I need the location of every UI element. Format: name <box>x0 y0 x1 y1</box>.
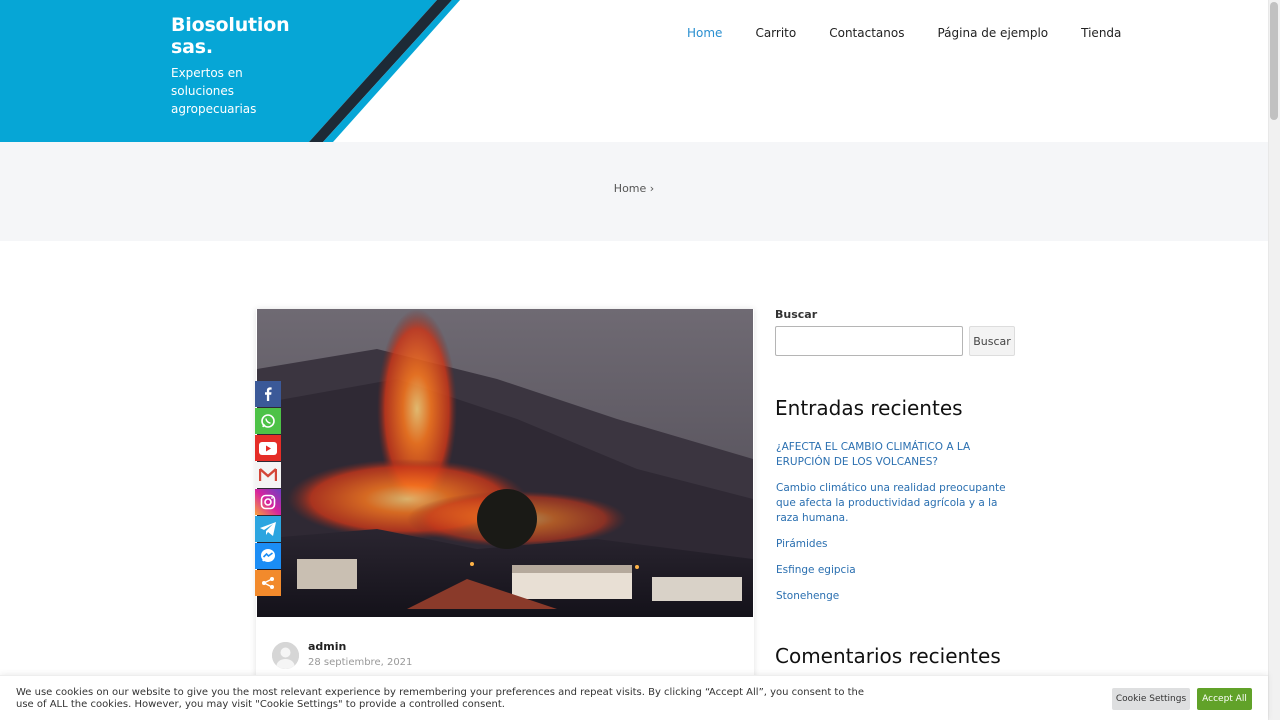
site-header: Biosolution sas. Expertos en soluciones … <box>0 0 1268 142</box>
cookie-banner: We use cookies on our website to give yo… <box>0 675 1268 720</box>
search-form: Buscar <box>775 326 1017 356</box>
messenger-icon[interactable] <box>255 543 281 569</box>
breadcrumb-band: Home › <box>0 142 1268 241</box>
share-more-icon[interactable] <box>255 570 281 596</box>
volcano-eruption-photo <box>257 309 753 617</box>
nav-home[interactable]: Home <box>687 26 722 40</box>
gmail-icon[interactable] <box>255 462 281 488</box>
post-date: 28 septiembre, 2021 <box>308 657 413 668</box>
breadcrumb-separator: › <box>649 182 655 195</box>
main-nav: Home Carrito Contactanos Página de ejemp… <box>687 26 1154 40</box>
recent-post-link[interactable]: Stonehenge <box>776 590 839 602</box>
recent-post-link[interactable]: Pirámides <box>776 538 828 550</box>
post-card: admin 28 septiembre, 2021 <box>256 309 754 720</box>
site-tagline: Expertos en soluciones agropecuarias <box>171 66 257 116</box>
page-scrollbar[interactable] <box>1268 0 1280 720</box>
youtube-icon[interactable] <box>255 435 281 461</box>
nav-contactanos[interactable]: Contactanos <box>829 26 904 40</box>
cookie-settings-button[interactable]: Cookie Settings <box>1112 688 1190 710</box>
sidebar: Buscar Buscar Entradas recientes ¿AFECTA… <box>775 308 1017 668</box>
list-item[interactable]: Stonehenge <box>776 589 1021 604</box>
list-item[interactable]: Pirámides <box>776 537 1021 552</box>
search-input[interactable] <box>775 326 963 356</box>
post-author[interactable]: admin <box>308 640 346 653</box>
nav-tienda[interactable]: Tienda <box>1081 26 1121 40</box>
instagram-icon[interactable] <box>255 489 281 515</box>
cookie-text: We use cookies on our website to give yo… <box>16 687 865 710</box>
search-label: Buscar <box>775 308 818 321</box>
telegram-icon[interactable] <box>255 516 281 542</box>
breadcrumb-home[interactable]: Home <box>614 182 646 195</box>
breadcrumb: Home › <box>0 182 1268 195</box>
recent-post-link[interactable]: Cambio climático una realidad preocupant… <box>776 482 1006 524</box>
facebook-icon[interactable] <box>255 381 281 407</box>
post-featured-image[interactable] <box>257 309 753 617</box>
nav-carrito[interactable]: Carrito <box>755 26 796 40</box>
recent-post-link[interactable]: ¿AFECTA EL CAMBIO CLIMÁTICO A LA ERUPCIÓ… <box>776 441 970 468</box>
list-item[interactable]: Esfinge egipcia <box>776 563 1021 578</box>
list-item[interactable]: Cambio climático una realidad preocupant… <box>776 481 1021 526</box>
site-title[interactable]: Biosolution sas. <box>171 14 321 58</box>
nav-pagina-ejemplo[interactable]: Página de ejemplo <box>937 26 1048 40</box>
recent-posts-title: Entradas recientes <box>775 396 963 420</box>
list-item[interactable]: ¿AFECTA EL CAMBIO CLIMÁTICO A LA ERUPCIÓ… <box>776 440 1021 470</box>
accept-all-button[interactable]: Accept All <box>1197 688 1252 710</box>
share-bar <box>255 381 281 597</box>
brand: Biosolution sas. Expertos en soluciones … <box>171 14 321 118</box>
search-button[interactable]: Buscar <box>969 326 1015 356</box>
recent-comments-title: Comentarios recientes <box>775 644 1001 668</box>
whatsapp-icon[interactable] <box>255 408 281 434</box>
recent-post-link[interactable]: Esfinge egipcia <box>776 564 856 576</box>
recent-posts-list: ¿AFECTA EL CAMBIO CLIMÁTICO A LA ERUPCIÓ… <box>776 440 1021 615</box>
author-avatar <box>272 642 299 669</box>
scrollbar-thumb[interactable] <box>1270 2 1278 120</box>
